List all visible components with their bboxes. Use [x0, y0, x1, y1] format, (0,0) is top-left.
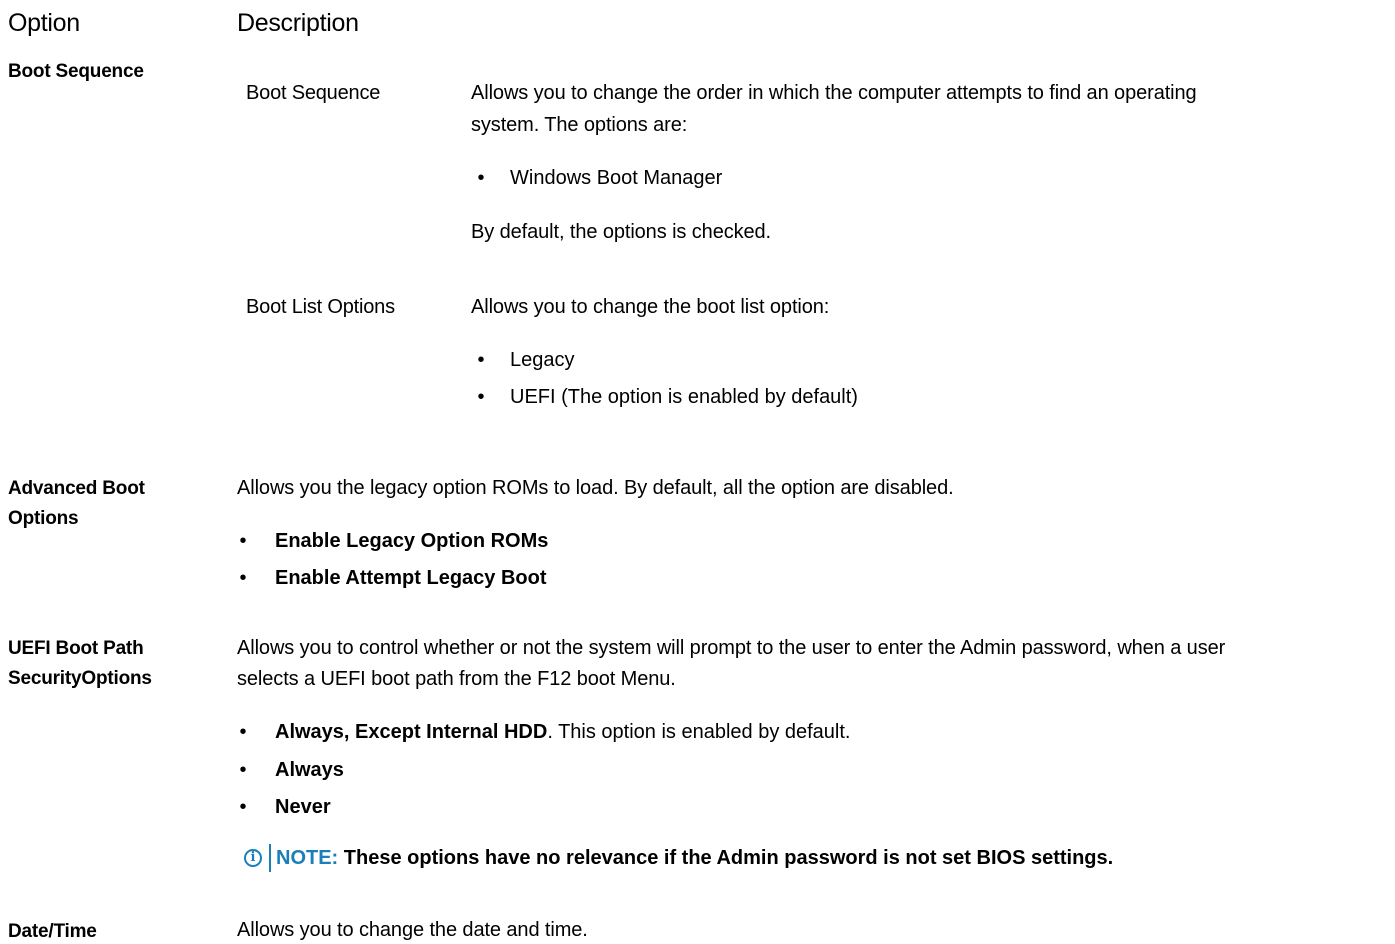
bullet-icon: •	[239, 567, 247, 589]
list-item-text: UEFI (The option is enabled by default)	[510, 386, 858, 408]
list-item-text: Enable Legacy Option ROMs	[275, 530, 549, 552]
list-item-text: Legacy	[510, 349, 575, 371]
bullet-icon: •	[239, 530, 247, 552]
uefi-boot-path-desc-line2: selects a UEFI boot path from the F12 bo…	[237, 668, 676, 690]
uefi-boot-path-desc-line1: Allows you to control whether or not the…	[237, 637, 1226, 659]
note-text: These options have no relevance if the A…	[338, 847, 1114, 869]
bullet-icon: •	[477, 386, 485, 408]
description-column-header: Description	[237, 9, 359, 37]
bullet-icon: •	[239, 796, 247, 818]
list-item-text: Always, Except Internal HDD. This option…	[275, 719, 850, 745]
option-column-header: Option	[8, 9, 80, 37]
boot-sequence-default-text: By default, the options is checked.	[471, 221, 772, 243]
boot-sequence-option-label: Boot Sequence	[8, 61, 144, 82]
bullet-icon: •	[239, 759, 247, 781]
list-item-text: Enable Attempt Legacy Boot	[275, 567, 547, 589]
bullet-icon: •	[239, 721, 247, 743]
bios-options-page: Option Description Boot Sequence Boot Se…	[0, 0, 1395, 944]
boot-sequence-desc-line2: system. The options are:	[471, 114, 688, 136]
advanced-boot-desc: Allows you the legacy option ROMs to loa…	[237, 477, 954, 499]
note-divider	[269, 844, 271, 872]
list-item-text: Never	[275, 796, 331, 818]
advanced-boot-option-label-line2: Options	[8, 508, 79, 529]
boot-sequence-desc-line1: Allows you to change the order in which …	[471, 82, 1197, 104]
boot-list-options-desc: Allows you to change the boot list optio…	[471, 296, 830, 318]
boot-list-options-subitem-name: Boot List Options	[246, 296, 395, 318]
uefi-boot-path-option-label-line2: SecurityOptions	[8, 668, 152, 689]
info-icon: i	[244, 849, 262, 867]
uefi-boot-path-option-label-line1: UEFI Boot Path	[8, 638, 144, 659]
note-label: NOTE:	[276, 847, 339, 869]
list-item-rest-text: . This option is enabled by default.	[547, 721, 851, 743]
list-item-bold-text: Always, Except Internal HDD	[275, 721, 548, 743]
note: NOTE: These options have no relevance if…	[276, 845, 1113, 871]
bullet-icon: •	[477, 349, 485, 371]
advanced-boot-option-label-line1: Advanced Boot	[8, 478, 145, 499]
date-time-desc: Allows you to change the date and time.	[237, 919, 588, 941]
list-item-text: Windows Boot Manager	[510, 167, 723, 189]
list-item-text: Always	[275, 759, 344, 781]
bullet-icon: •	[477, 167, 485, 189]
date-time-option-label: Date/Time	[8, 921, 97, 942]
boot-sequence-subitem-name: Boot Sequence	[246, 82, 381, 104]
